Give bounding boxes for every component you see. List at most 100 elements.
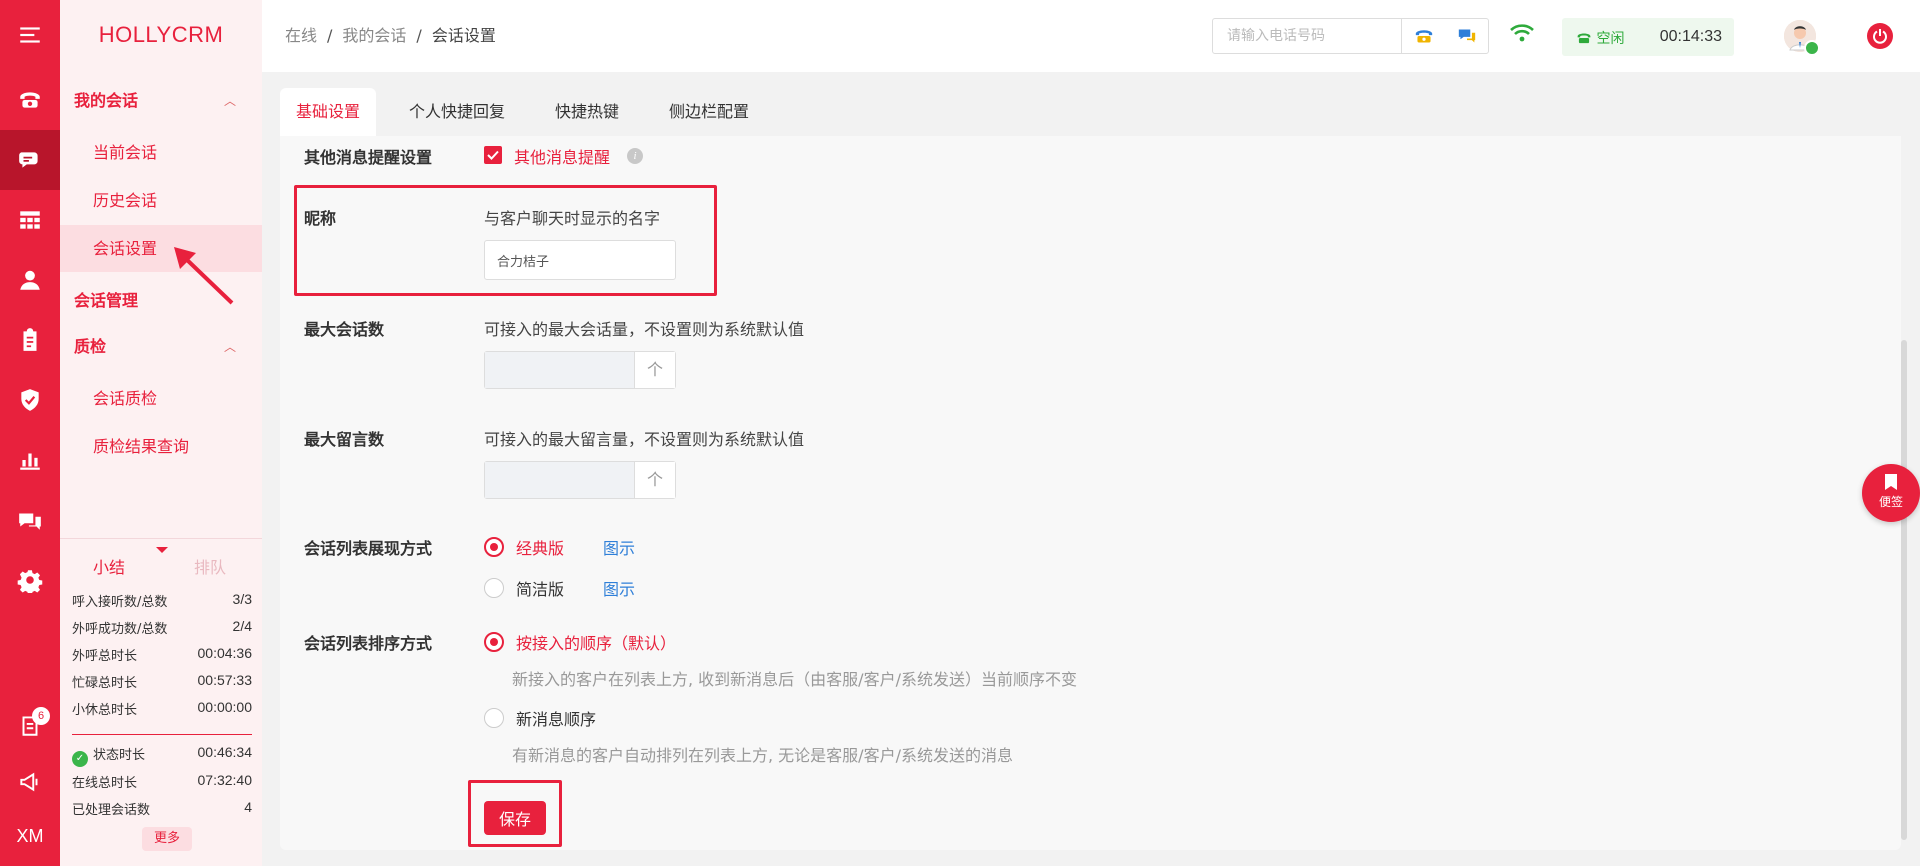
avatar[interactable]: [1784, 20, 1820, 56]
info-icon[interactable]: i: [627, 148, 643, 164]
phone-actions: [1401, 18, 1489, 54]
save-button[interactable]: 保存: [484, 801, 546, 835]
more-button[interactable]: 更多: [142, 827, 192, 851]
max-session-input[interactable]: 个: [484, 351, 676, 389]
messages-icon[interactable]: [0, 490, 60, 550]
summary-value: 00:57:33: [197, 672, 253, 688]
tab-hotkeys[interactable]: 快捷热键: [555, 88, 619, 136]
list-display-label: 会话列表展现方式: [304, 539, 433, 558]
breadcrumb-online[interactable]: 在线: [285, 26, 317, 45]
classic-radio[interactable]: [484, 537, 504, 557]
agent-status-box: 空闲 00:14:33: [1562, 18, 1734, 56]
breadcrumb-my-sessions[interactable]: 我的会话: [342, 26, 406, 45]
other-msg-checkbox[interactable]: [484, 146, 502, 164]
nav-item-current-session[interactable]: 当前会话: [60, 129, 262, 176]
nav-item-history-session[interactable]: 历史会话: [60, 177, 262, 224]
summary-key: 外呼总时长: [72, 649, 138, 664]
dial-phone-icon[interactable]: [1411, 23, 1437, 49]
summary-row: 呼入接听数/总数 3/3: [72, 589, 252, 611]
notice-icon[interactable]: 6: [0, 695, 60, 755]
nav-item-label: 当前会话: [93, 143, 158, 162]
phone-number-input[interactable]: [1212, 18, 1402, 54]
summary-key: 已处理会话数: [72, 803, 151, 818]
summary-tabs: 小结 排队: [60, 539, 262, 589]
nav-panel: HOLLYCRM 我的会话 ︿ 当前会话 历史会话 会话设置 会话管理 质检 ︿…: [60, 0, 262, 866]
status-timer: 00:14:33: [1659, 28, 1722, 45]
summary-row: 外呼成功数/总数 2/4: [72, 616, 252, 638]
user-initials[interactable]: XM: [0, 806, 60, 866]
nav-group-quality-check[interactable]: 质检 ︿: [60, 327, 262, 367]
chevron-up-icon: ︿: [223, 340, 236, 354]
chat-icon[interactable]: [0, 130, 60, 190]
summary-key: 呼入接听数/总数: [72, 595, 168, 610]
nickname-desc: 与客户聊天时显示的名字: [484, 209, 661, 228]
simple-preview-link[interactable]: 图示: [603, 576, 635, 600]
other-msg-checkbox-label[interactable]: 其他消息提醒: [514, 144, 610, 168]
summary-value: 07:32:40: [197, 772, 253, 788]
chevron-up-icon: ︿: [223, 94, 236, 108]
tab-basic-settings[interactable]: 基础设置: [280, 88, 377, 136]
max-message-field[interactable]: [485, 462, 635, 498]
sticky-note-button[interactable]: 便签: [1862, 464, 1920, 522]
clipboard-icon[interactable]: [0, 310, 60, 370]
power-icon[interactable]: [1867, 23, 1893, 49]
sort-new-radio-label[interactable]: 新消息顺序: [516, 706, 596, 730]
shield-icon[interactable]: [0, 370, 60, 430]
settings-icon[interactable]: [0, 550, 60, 610]
summary-row: 小休总时长 00:00:00: [72, 697, 252, 719]
breadcrumb-current: 会话设置: [431, 26, 496, 45]
phone-icon[interactable]: [0, 70, 60, 130]
annotation-arrow: [174, 247, 234, 305]
chat-bubble-icon[interactable]: [1454, 23, 1480, 49]
simple-radio[interactable]: [484, 578, 504, 598]
wifi-signal-icon[interactable]: [1509, 22, 1535, 48]
sort-access-radio[interactable]: [484, 632, 504, 652]
menu-icon[interactable]: [0, 5, 60, 65]
max-session-desc: 可接入的最大会话量，不设置则为系统默认值: [484, 320, 805, 339]
tab-sidebar-config[interactable]: 侧边栏配置: [669, 88, 749, 136]
nickname-input[interactable]: [484, 240, 676, 280]
nav-item-session-qc[interactable]: 会话质检: [60, 375, 262, 422]
bar-chart-icon[interactable]: [0, 430, 60, 490]
grid-icon[interactable]: [0, 190, 60, 250]
agent-status-toggle[interactable]: 空闲: [1576, 28, 1624, 48]
check-circle-icon: ✓: [72, 751, 88, 767]
summary-key: ✓ 状态时长: [72, 744, 145, 767]
sort-access-radio-label[interactable]: 按接入的顺序（默认）: [516, 630, 676, 654]
summary-value: 4: [244, 799, 252, 815]
scrollbar[interactable]: [1901, 340, 1907, 840]
list-sort-label: 会话列表排序方式: [304, 634, 433, 653]
tab-summary[interactable]: 小结: [93, 554, 125, 578]
other-msg-label: 其他消息提醒设置: [304, 148, 433, 167]
max-session-field[interactable]: [485, 352, 635, 388]
tab-queue[interactable]: 排队: [194, 554, 226, 578]
nav-item-label: 会话质检: [93, 389, 158, 408]
max-message-increment[interactable]: 个: [634, 462, 675, 498]
summary-key: 忙碌总时长: [72, 676, 138, 691]
summary-key: 外呼成功数/总数: [72, 622, 168, 637]
simple-radio-label[interactable]: 简洁版: [516, 576, 564, 600]
summary-key: 在线总时长: [72, 776, 138, 791]
summary-row: 外呼总时长 00:04:36: [72, 643, 252, 665]
settings-panel: 其他消息提醒设置 其他消息提醒 i 昵称 与客户聊天时显示的名字 最大会话数 可…: [280, 136, 1901, 850]
classic-preview-link[interactable]: 图示: [603, 535, 635, 559]
tab-quick-reply[interactable]: 个人快捷回复: [409, 88, 505, 136]
nav-item-label: 会话设置: [93, 239, 158, 258]
summary-row: 已处理会话数 4: [72, 797, 252, 819]
nav-item-qc-result-query[interactable]: 质检结果查询: [60, 423, 262, 470]
sort-new-hint: 有新消息的客户自动排列在列表上方, 无论是客服/客户/系统发送的消息: [512, 746, 1013, 765]
sort-new-radio[interactable]: [484, 708, 504, 728]
agent-status-text: 空闲: [1596, 31, 1625, 47]
nickname-label: 昵称: [304, 209, 337, 228]
max-message-input[interactable]: 个: [484, 461, 676, 499]
classic-radio-label[interactable]: 经典版: [516, 535, 564, 559]
megaphone-icon[interactable]: [0, 752, 60, 812]
nav-group-label: 我的会话: [74, 91, 139, 110]
nav-group-my-sessions[interactable]: 我的会话 ︿: [60, 81, 262, 121]
bookmark-icon: [1885, 474, 1897, 490]
icon-rail: 6 XM: [0, 0, 60, 866]
max-session-increment[interactable]: 个: [634, 352, 675, 388]
user-icon[interactable]: [0, 250, 60, 310]
max-session-label: 最大会话数: [304, 320, 385, 339]
top-header: 在线 / 我的会话 / 会话设置 空闲 00:14:33: [262, 0, 1920, 72]
